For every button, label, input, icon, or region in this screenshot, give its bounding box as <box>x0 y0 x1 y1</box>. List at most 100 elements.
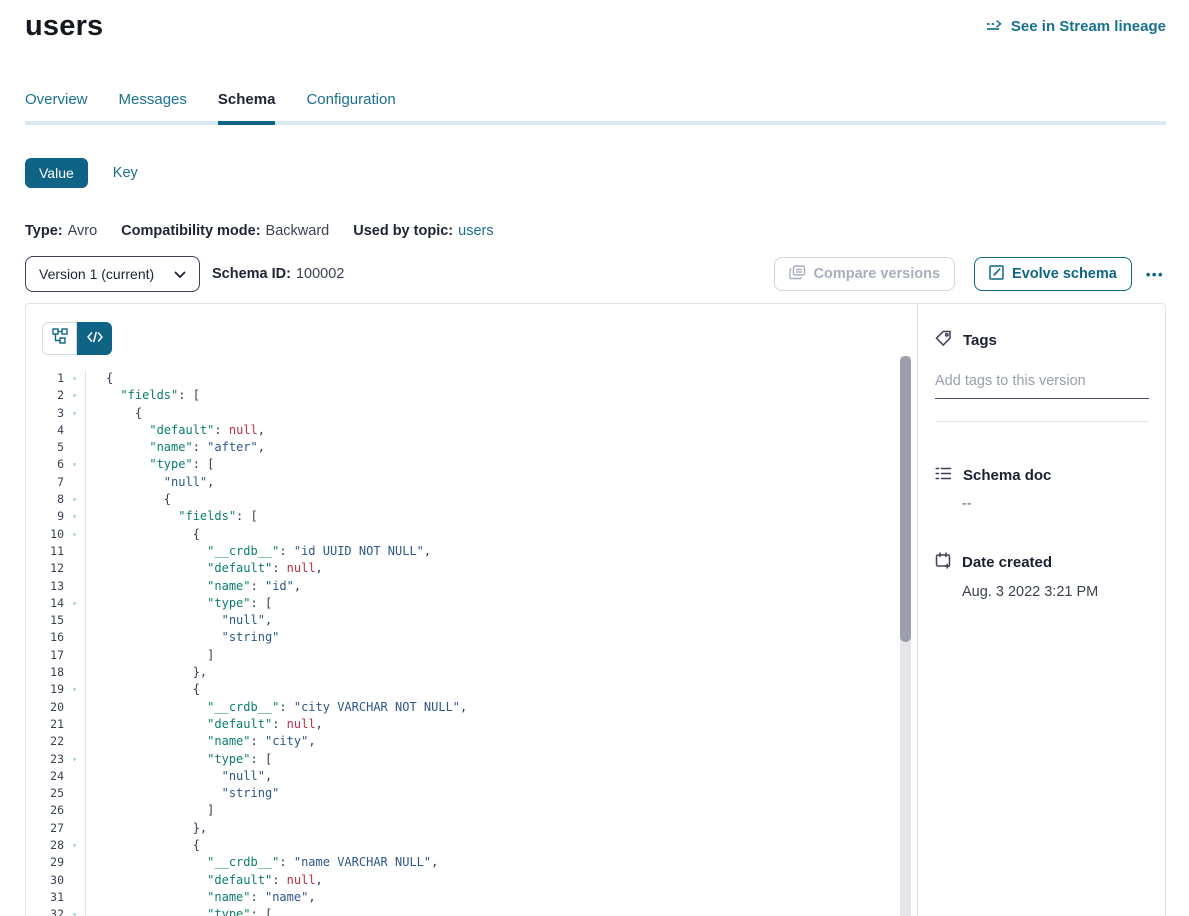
add-tags-input[interactable] <box>935 373 1149 399</box>
fold-toggle-icon[interactable]: ▾ <box>64 595 85 612</box>
value-toggle-button[interactable]: Value <box>25 158 88 188</box>
more-options-button[interactable]: ••• <box>1140 261 1166 288</box>
version-select[interactable]: Version 1 (current) <box>25 256 200 292</box>
fold-toggle-icon <box>64 629 85 646</box>
fold-toggle-icon[interactable]: ▾ <box>64 906 85 916</box>
fold-toggle-icon <box>64 543 85 560</box>
schema-page: users See in Stream lineage Overview Mes… <box>0 0 1189 916</box>
evolve-schema-button[interactable]: Evolve schema <box>974 257 1132 291</box>
code-lines: 1▾{2▾ "fields": [3▾ {4 "default": null,5… <box>26 370 917 916</box>
version-select-value: Version 1 (current) <box>39 266 154 282</box>
chevron-down-icon <box>174 266 186 282</box>
fold-toggle-icon[interactable]: ▾ <box>64 387 85 404</box>
fold-toggle-icon[interactable]: ▾ <box>64 370 85 387</box>
fold-toggle-icon[interactable]: ▾ <box>64 456 85 473</box>
used-by-topic: Used by topic: users <box>353 223 493 239</box>
line-number: 21 <box>26 716 64 733</box>
code-line: 20 "__crdb__": "city VARCHAR NOT NULL", <box>26 699 917 716</box>
code-text: "null", <box>85 474 214 491</box>
tab-overview[interactable]: Overview <box>25 91 88 125</box>
line-number: 16 <box>26 629 64 646</box>
compatibility-label: Compatibility mode: <box>121 223 260 239</box>
fold-toggle-icon <box>64 699 85 716</box>
fold-toggle-icon[interactable]: ▾ <box>64 751 85 768</box>
line-number: 11 <box>26 543 64 560</box>
code-text: "name": "id", <box>85 578 301 595</box>
code-text: "__crdb__": "name VARCHAR NULL", <box>85 854 438 871</box>
line-number: 7 <box>26 474 64 491</box>
tab-schema[interactable]: Schema <box>218 91 276 125</box>
line-number: 4 <box>26 422 64 439</box>
list-icon <box>935 466 952 485</box>
code-line: 15 "null", <box>26 612 917 629</box>
code-line: 12 "default": null, <box>26 560 917 577</box>
schema-doc-title: Schema doc <box>963 467 1051 484</box>
tag-icon <box>935 330 952 351</box>
line-number: 14 <box>26 595 64 612</box>
fold-toggle-icon <box>64 647 85 664</box>
line-number: 6 <box>26 456 64 473</box>
see-in-stream-lineage-link[interactable]: See in Stream lineage <box>986 18 1166 35</box>
compare-versions-icon <box>789 265 806 284</box>
date-created-heading: Date created <box>935 552 1149 573</box>
code-text: "default": null, <box>85 560 323 577</box>
fold-toggle-icon[interactable]: ▾ <box>64 837 85 854</box>
code-line: 19▾ { <box>26 681 917 698</box>
code-line: 30 "default": null, <box>26 872 917 889</box>
tree-view-button[interactable] <box>42 322 77 355</box>
tags-heading: Tags <box>935 330 1149 351</box>
line-number: 1 <box>26 370 64 387</box>
edit-icon <box>989 265 1004 284</box>
code-line: 18 }, <box>26 664 917 681</box>
code-text: "default": null, <box>85 872 323 889</box>
code-line: 28▾ { <box>26 837 917 854</box>
schema-meta-row: Type: Avro Compatibility mode: Backward … <box>25 223 1166 239</box>
editor-scrollbar[interactable] <box>900 356 911 916</box>
code-text: "type": [ <box>85 456 214 473</box>
line-number: 31 <box>26 889 64 906</box>
fold-toggle-icon[interactable]: ▾ <box>64 526 85 543</box>
schema-code-editor[interactable]: 1▾{2▾ "fields": [3▾ {4 "default": null,5… <box>26 370 917 916</box>
fold-toggle-icon <box>64 474 85 491</box>
fold-toggle-icon <box>64 716 85 733</box>
code-line: 16 "string" <box>26 629 917 646</box>
tab-messages[interactable]: Messages <box>119 91 187 125</box>
topic-link[interactable]: users <box>458 223 493 239</box>
fold-toggle-icon <box>64 422 85 439</box>
code-text: "type": [ <box>85 595 272 612</box>
code-text: }, <box>85 820 207 837</box>
code-text: "__crdb__": "id UUID NOT NULL", <box>85 543 431 560</box>
compatibility-mode: Compatibility mode: Backward <box>121 223 329 239</box>
fold-toggle-icon <box>64 854 85 871</box>
editor-scrollbar-thumb[interactable] <box>900 356 911 642</box>
schema-sidebar: Tags Schema doc -- <box>917 304 1165 916</box>
code-line: 2▾ "fields": [ <box>26 387 917 404</box>
line-number: 17 <box>26 647 64 664</box>
fold-toggle-icon <box>64 768 85 785</box>
fold-toggle-icon[interactable]: ▾ <box>64 681 85 698</box>
tags-title: Tags <box>963 332 997 349</box>
fold-toggle-icon[interactable]: ▾ <box>64 405 85 422</box>
key-toggle-button[interactable]: Key <box>113 165 138 181</box>
line-number: 22 <box>26 733 64 750</box>
line-number: 29 <box>26 854 64 871</box>
fold-toggle-icon <box>64 439 85 456</box>
code-line: 17 ] <box>26 647 917 664</box>
code-text: "type": [ <box>85 751 272 768</box>
page-header: users See in Stream lineage <box>25 8 1166 44</box>
line-number: 2 <box>26 387 64 404</box>
stream-lineage-icon <box>986 20 1004 33</box>
line-number: 10 <box>26 526 64 543</box>
code-line: 5 "name": "after", <box>26 439 917 456</box>
schema-type: Type: Avro <box>25 223 97 239</box>
code-view-button[interactable] <box>77 322 112 355</box>
fold-toggle-icon[interactable]: ▾ <box>64 491 85 508</box>
code-text: ] <box>85 647 214 664</box>
fold-toggle-icon <box>64 578 85 595</box>
code-line: 4 "default": null, <box>26 422 917 439</box>
fold-toggle-icon <box>64 612 85 629</box>
tab-configuration[interactable]: Configuration <box>306 91 395 125</box>
compare-versions-button[interactable]: Compare versions <box>774 257 956 291</box>
code-text: { <box>85 491 171 508</box>
fold-toggle-icon[interactable]: ▾ <box>64 508 85 525</box>
